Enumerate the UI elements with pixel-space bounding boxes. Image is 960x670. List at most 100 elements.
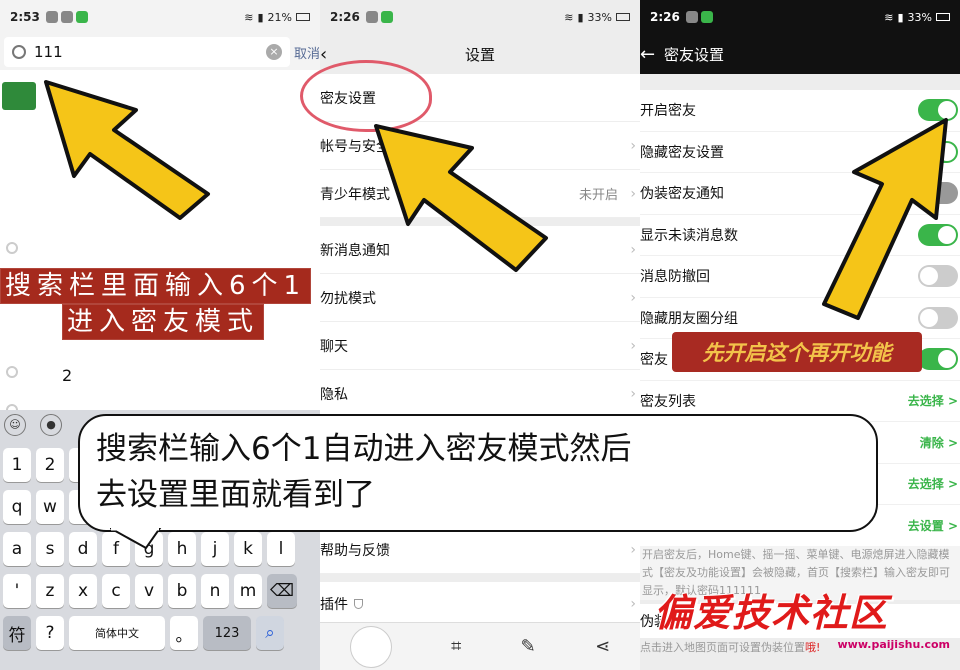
chevron-right-icon: › (630, 595, 636, 612)
wechat-icon (75, 11, 88, 23)
search-bar: 111 × 取消 (0, 34, 320, 70)
pointer-arrow-icon (44, 80, 210, 220)
clear-link[interactable]: 清除 > (920, 434, 958, 451)
bubble-line1: 搜索栏输入6个1自动进入密友模式然后 (96, 431, 632, 467)
shield-icon (354, 598, 363, 609)
speech-bubble-tail (110, 528, 162, 550)
search-query: 111 (34, 43, 63, 61)
wifi-icon: ≋ (884, 10, 894, 24)
watermark-title: 偏爱技术社区 (654, 591, 889, 635)
key-a[interactable]: a (3, 532, 31, 566)
select-link[interactable]: 去选择 > (908, 392, 958, 409)
result-text: 2 (62, 366, 73, 385)
key-h[interactable]: h (168, 532, 196, 566)
backspace-key[interactable]: ⌫ (267, 574, 297, 608)
notification-icon (60, 11, 73, 23)
key-w[interactable]: w (36, 490, 64, 524)
chevron-right-icon: › (630, 185, 636, 202)
chevron-right-icon: › (630, 137, 636, 154)
wechat-icon (700, 11, 713, 23)
key-k[interactable]: k (234, 532, 262, 566)
tip-banner-enable-first: 先开启这个再开功能 (672, 332, 922, 372)
signal-icon: ▮ (257, 10, 264, 24)
notification-icon (365, 11, 378, 23)
back-icon[interactable]: ← (640, 44, 655, 65)
edit-icon[interactable]: ✎ (521, 636, 536, 657)
microphone-icon[interactable]: ● (40, 414, 62, 436)
key-v[interactable]: v (135, 574, 163, 608)
search-icon (12, 45, 26, 59)
period-key[interactable]: 。 (170, 616, 198, 650)
keyboard-bottom-row: ' z x c v b n m ⌫ (0, 574, 320, 608)
result-thumbnail[interactable] (2, 82, 36, 110)
key-b[interactable]: b (168, 574, 196, 608)
status-bar: 2:26 ≋ ▮ 33% (320, 0, 640, 34)
notification-icon (45, 11, 58, 23)
symbol-key[interactable]: 符 (3, 616, 31, 650)
key-x[interactable]: x (69, 574, 97, 608)
select-link[interactable]: 去选择 > (908, 475, 958, 492)
chevron-right-icon: › (630, 241, 636, 258)
nav-bar: ← 密友设置 (640, 34, 960, 74)
signal-icon: ▮ (577, 10, 584, 24)
key-c[interactable]: c (102, 574, 130, 608)
key-1[interactable]: 1 (3, 448, 31, 482)
pointer-arrow-icon (374, 124, 548, 272)
back-icon[interactable]: ‹ (320, 44, 327, 65)
emoji-icon[interactable]: ☺ (4, 414, 26, 436)
cancel-button[interactable]: 取消 (290, 43, 320, 62)
key-z[interactable]: z (36, 574, 64, 608)
page-title: 密友设置 (664, 45, 725, 64)
chevron-right-icon: › (630, 541, 636, 558)
configure-link[interactable]: 去设置 > (908, 517, 958, 534)
question-key[interactable]: ? (36, 616, 64, 650)
settings-item-chat[interactable]: 聊天 › (320, 322, 640, 370)
battery-icon (936, 13, 950, 21)
settings-item-help[interactable]: 帮助与反馈 › (320, 526, 640, 574)
clear-icon[interactable]: × (266, 44, 282, 60)
number-key[interactable]: 123 (203, 616, 251, 650)
wechat-icon (380, 11, 393, 23)
battery-icon (296, 13, 310, 21)
settings-item-plugins[interactable]: 插件 › (320, 582, 640, 626)
key-n[interactable]: n (201, 574, 229, 608)
search-input[interactable]: 111 × (4, 37, 290, 67)
key-s[interactable]: s (36, 532, 64, 566)
space-key[interactable]: 简体中文 (69, 616, 165, 650)
watermark-logo: 偏爱技术社区 www.paijishu.com (648, 582, 958, 662)
status-bar: 2:53 ≋ ▮ 21% (0, 0, 320, 34)
status-bar: 2:26 ≋ ▮ 33% (640, 0, 960, 34)
key-2[interactable]: 2 (36, 448, 64, 482)
key-l[interactable]: l (267, 532, 295, 566)
search-key[interactable]: ⌕ (256, 616, 284, 650)
battery-level: 33% (587, 10, 612, 24)
toggle-switch[interactable] (918, 348, 958, 371)
battery-level: 33% (907, 10, 932, 24)
key-q[interactable]: q (3, 490, 31, 524)
bottom-toolbar: ⌗ ✎ ⋖ (320, 622, 640, 670)
settings-item-privacy[interactable]: 隐私 › (320, 370, 640, 418)
floating-window-thumbnail[interactable] (349, 625, 392, 668)
chevron-right-icon: › (630, 289, 636, 306)
key-d[interactable]: d (69, 532, 97, 566)
battery-level: 21% (267, 10, 292, 24)
wifi-icon: ≋ (564, 10, 574, 24)
key-j[interactable]: j (201, 532, 229, 566)
search-icon (6, 366, 18, 378)
bubble-line2: 去设置里面就看到了 (96, 477, 375, 513)
scan-icon[interactable]: ⌗ (451, 636, 461, 657)
status-time: 2:26 (650, 10, 680, 24)
page-title: 设置 (464, 45, 495, 64)
status-time: 2:26 (330, 10, 360, 24)
key-'[interactable]: ' (3, 574, 31, 608)
chevron-right-icon: › (630, 337, 636, 354)
search-icon (6, 242, 18, 254)
signal-icon: ▮ (897, 10, 904, 24)
settings-item-do-not-disturb[interactable]: 勿扰模式 › (320, 274, 640, 322)
chevron-right-icon: › (630, 385, 636, 402)
key-m[interactable]: m (234, 574, 262, 608)
share-icon[interactable]: ⋖ (595, 636, 610, 657)
keyboard-function-row: 符 ? 简体中文 。 123 ⌕ (0, 616, 320, 650)
battery-icon (616, 13, 630, 21)
tip-banner-line1: 搜索栏里面输入6个1 (0, 268, 312, 304)
